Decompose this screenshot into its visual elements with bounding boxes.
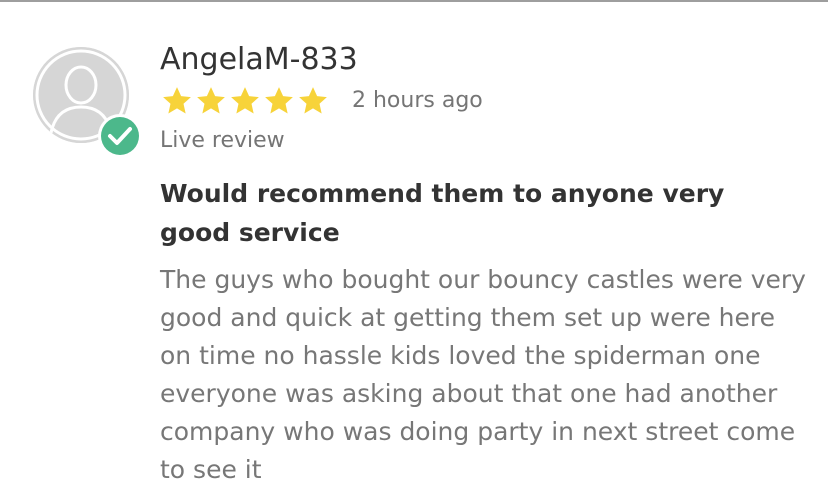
star-icon bbox=[265, 87, 293, 114]
star-icon bbox=[231, 87, 259, 114]
star-icon bbox=[197, 87, 225, 114]
review-timestamp: 2 hours ago bbox=[352, 88, 483, 113]
verified-badge bbox=[98, 114, 142, 158]
review-title: Would recommend them to anyone very good… bbox=[160, 179, 725, 247]
review-body: The guys who bought our bouncy castles w… bbox=[160, 265, 806, 484]
verified-check-icon bbox=[108, 127, 132, 145]
top-divider bbox=[0, 0, 828, 2]
review-status: Live review bbox=[160, 128, 285, 153]
star-icon bbox=[163, 87, 191, 114]
reviewer-name[interactable]: AngelaM-833 bbox=[160, 42, 358, 77]
star-icon bbox=[299, 87, 327, 114]
star-rating bbox=[160, 84, 330, 118]
